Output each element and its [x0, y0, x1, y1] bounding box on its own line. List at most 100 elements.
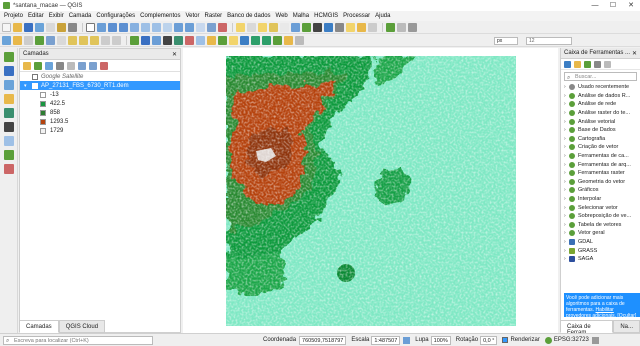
maximize-button[interactable]: ☐ — [604, 0, 622, 11]
toolbox-item[interactable]: › Tabela de vetores — [561, 221, 640, 230]
menu-configuracoes[interactable]: Configurações — [96, 13, 135, 19]
toolbox-item[interactable]: › Usado recentemente — [561, 83, 640, 92]
panel-close-icon[interactable]: ✕ — [632, 50, 637, 57]
toolbox-item[interactable]: › Sobreposição de ve... — [561, 212, 640, 221]
menu-ajuda[interactable]: Ajuda — [375, 13, 390, 19]
save-as-icon[interactable] — [35, 22, 44, 32]
deselect-icon[interactable] — [280, 22, 289, 32]
scripts-icon[interactable] — [574, 60, 581, 68]
layout-manager-icon[interactable] — [57, 22, 66, 32]
add-raster-icon[interactable] — [141, 35, 150, 45]
zoom-in-icon[interactable] — [108, 22, 117, 32]
raster-tool-icon[interactable] — [4, 66, 14, 76]
scale-field[interactable]: 1:487507 — [371, 335, 401, 345]
hcmgis-tools-icon[interactable] — [284, 35, 293, 45]
python-console-icon[interactable] — [397, 22, 406, 32]
add-spatialite-icon[interactable] — [174, 35, 183, 45]
print-layout-icon[interactable] — [46, 22, 55, 32]
wfs-tool-icon[interactable] — [4, 150, 14, 160]
redo-icon[interactable] — [112, 35, 121, 45]
toolbox-item[interactable]: › Análise vetorial — [561, 117, 640, 126]
layer-google-satellite[interactable]: Google Satellite — [20, 72, 180, 81]
pan-to-selection-icon[interactable] — [97, 22, 106, 32]
action-icon[interactable] — [247, 22, 256, 32]
cut-icon[interactable] — [68, 35, 77, 45]
options-icon[interactable] — [604, 60, 611, 68]
collapse-all-icon[interactable] — [89, 61, 97, 70]
tab-qgis-cloud[interactable]: QGIS Cloud — [58, 320, 106, 333]
menu-raster[interactable]: Raster — [204, 13, 222, 19]
filter-legend-icon[interactable] — [56, 61, 64, 70]
toolbox-search-input[interactable]: ⌕ Buscar... — [564, 72, 637, 81]
add-mesh-icon[interactable] — [207, 35, 216, 45]
additional-providers-link[interactable]: provedores adicionais. — [566, 313, 616, 319]
add-wms-icon[interactable] — [152, 35, 161, 45]
temporal-icon[interactable] — [207, 22, 216, 32]
toolbox-item[interactable]: › Cartografia — [561, 135, 640, 144]
layer-dem[interactable]: ▾ ✓ AP_27131_FBS_6730_RT1.dem — [20, 81, 180, 91]
digitize-icon[interactable] — [2, 35, 11, 45]
toolbox-item[interactable]: › Geometria do vetor — [561, 178, 640, 187]
vertex-tool-icon[interactable] — [46, 35, 55, 45]
toolbox-item[interactable]: › Ferramentas de ca... — [561, 152, 640, 161]
annotation-icon[interactable] — [346, 22, 355, 32]
unit-select[interactable]: px — [494, 37, 518, 45]
menu-malha[interactable]: Malha — [293, 13, 309, 19]
layer-visibility-checkbox[interactable]: ✓ — [32, 82, 38, 91]
toolbox-item[interactable]: › Interpolar — [561, 195, 640, 204]
menu-exibir[interactable]: Exibir — [49, 13, 64, 19]
attribute-table-icon[interactable] — [291, 22, 300, 32]
size-input[interactable]: 12 — [526, 37, 572, 45]
add-feature-icon[interactable] — [35, 35, 44, 45]
add-delimited-icon[interactable] — [185, 35, 194, 45]
map-tips-icon[interactable] — [357, 22, 366, 32]
crs-label[interactable]: EPSG:32723 — [554, 337, 589, 343]
add-group-icon[interactable] — [34, 61, 42, 70]
field-calculator-icon[interactable] — [302, 22, 311, 32]
label-tool-icon[interactable] — [368, 22, 377, 32]
close-button[interactable]: ✕ — [622, 0, 640, 11]
save-edits-icon[interactable] — [24, 35, 33, 45]
menu-web[interactable]: Web — [276, 13, 288, 19]
hide-link[interactable]: [Ocultar] — [617, 313, 636, 319]
history-icon[interactable] — [584, 60, 591, 68]
postgis-tool-icon[interactable] — [4, 122, 14, 132]
add-wfs-icon[interactable] — [218, 35, 227, 45]
add-arcgis-icon[interactable] — [240, 35, 249, 45]
delimited-tool-icon[interactable] — [4, 94, 14, 104]
plugin-icon[interactable] — [386, 22, 395, 32]
menu-camada[interactable]: Camada — [69, 13, 92, 19]
new-map-view-icon[interactable] — [196, 22, 205, 32]
zoom-full-icon[interactable] — [130, 22, 139, 32]
menu-hcmgis[interactable]: HCMGIS — [314, 13, 338, 19]
expand-all-icon[interactable] — [78, 61, 86, 70]
tab-camadas[interactable]: Camadas — [19, 320, 59, 333]
results-icon[interactable] — [594, 60, 601, 68]
toolbox-item[interactable]: › Vetor geral — [561, 229, 640, 238]
toolbox-item[interactable]: › Base de Dados — [561, 126, 640, 135]
hcmgis-icon[interactable] — [251, 35, 260, 45]
zoom-selection-icon[interactable] — [141, 22, 150, 32]
panel-close-icon[interactable]: ✕ — [172, 51, 177, 58]
style-manager-icon[interactable] — [68, 22, 77, 32]
zoom-out-icon[interactable] — [119, 22, 128, 32]
menu-banco-de-dados[interactable]: Banco de dados — [227, 13, 270, 19]
magnifier-field[interactable]: 100% — [430, 335, 451, 345]
settings-icon[interactable] — [408, 22, 417, 32]
tab-navigator[interactable]: Na... — [613, 320, 640, 333]
toolbox-item[interactable]: › Análise raster do te... — [561, 109, 640, 118]
remove-layer-icon[interactable] — [100, 61, 108, 70]
open-project-icon[interactable] — [13, 22, 22, 32]
toolbox-item[interactable]: › GDAL — [561, 238, 640, 247]
rotation-field[interactable]: 0,0 ° — [480, 335, 498, 345]
toolbox-item[interactable]: › Ferramentas de arq... — [561, 160, 640, 169]
toolbox-item[interactable]: › Gráficos — [561, 186, 640, 195]
undo-icon[interactable] — [101, 35, 110, 45]
zoom-last-icon[interactable] — [174, 22, 183, 32]
manage-themes-icon[interactable] — [45, 61, 53, 70]
hcmgis-geometry-icon[interactable] — [273, 35, 282, 45]
toolbox-icon[interactable] — [324, 22, 333, 32]
add-virtual-icon[interactable] — [196, 35, 205, 45]
copy-icon[interactable] — [79, 35, 88, 45]
vector-tool-icon[interactable] — [4, 52, 14, 62]
